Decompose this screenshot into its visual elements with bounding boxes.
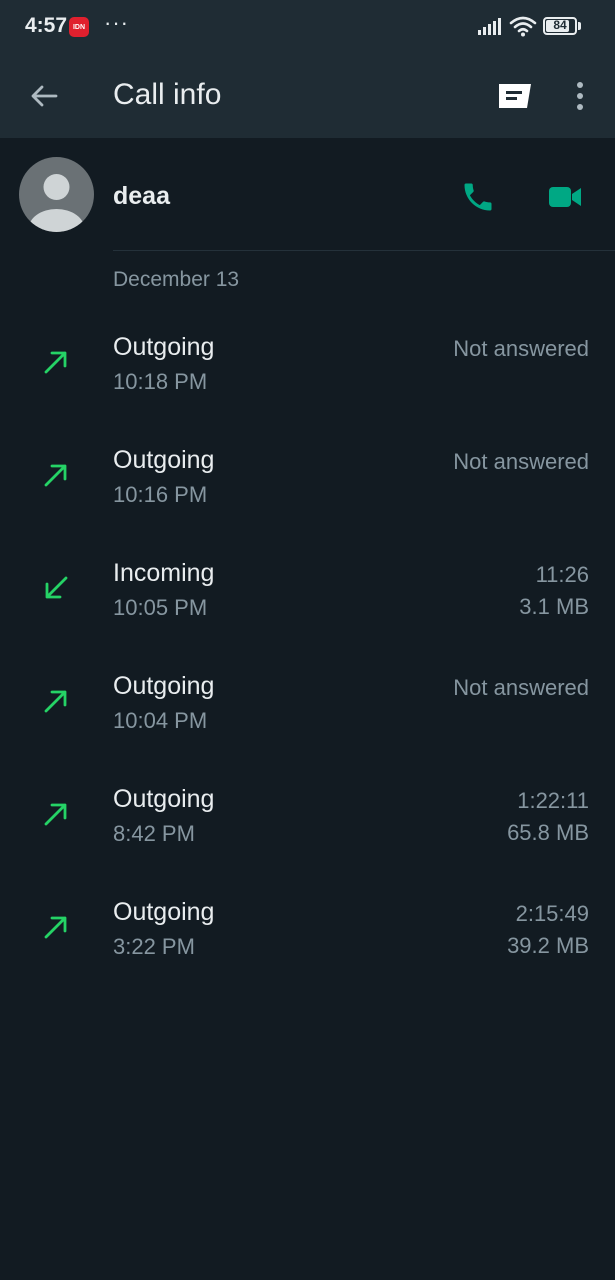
contact-header[interactable]: deaa — [0, 138, 615, 250]
voice-call-button[interactable] — [460, 179, 496, 215]
call-time: 10:16 PM — [113, 482, 208, 507]
call-direction: Incoming — [113, 559, 215, 587]
call-log-row[interactable]: Outgoing 10:04 PM Not answered — [0, 659, 615, 772]
outgoing-arrow-icon — [40, 685, 72, 717]
message-button[interactable] — [494, 80, 534, 112]
call-direction: Outgoing — [113, 672, 215, 700]
call-time: 8:42 PM — [113, 821, 195, 846]
call-direction: Outgoing — [113, 898, 215, 926]
call-data-size: 3.1 MB — [519, 594, 589, 619]
call-log-row[interactable]: Outgoing 8:42 PM 1:22:11 65.8 MB — [0, 772, 615, 885]
more-options-button[interactable] — [566, 78, 594, 114]
arrow-left-icon — [31, 85, 58, 107]
call-log-row[interactable]: Outgoing 10:18 PM Not answered — [0, 320, 615, 433]
signal-icon — [478, 18, 501, 35]
call-direction: Outgoing — [113, 446, 215, 474]
call-status: Not answered — [453, 675, 589, 700]
call-direction: Outgoing — [113, 333, 215, 361]
call-log-row[interactable]: Outgoing 10:16 PM Not answered — [0, 433, 615, 546]
outgoing-arrow-icon — [40, 798, 72, 830]
call-time: 10:05 PM — [113, 595, 208, 620]
wifi-icon — [509, 16, 537, 37]
call-duration: 2:15:49 — [515, 901, 589, 926]
back-button[interactable] — [26, 79, 62, 115]
default-avatar-icon — [28, 174, 85, 232]
call-data-size: 65.8 MB — [507, 820, 589, 845]
call-status: Not answered — [453, 449, 589, 474]
message-icon — [499, 84, 531, 108]
call-time: 3:22 PM — [113, 934, 195, 959]
outgoing-arrow-icon — [40, 911, 72, 943]
call-data-size: 39.2 MB — [507, 933, 589, 958]
incoming-arrow-icon — [40, 572, 72, 604]
app-bar: 4:57 IDN ··· 84 Call info — [0, 0, 615, 138]
call-log-row[interactable]: Incoming 10:05 PM 11:26 3.1 MB — [0, 546, 615, 659]
more-vert-icon — [577, 82, 583, 110]
call-duration: 1:22:11 — [517, 788, 589, 813]
call-time: 10:18 PM — [113, 369, 208, 394]
status-time: 4:57 — [25, 14, 68, 37]
call-direction: Outgoing — [113, 785, 215, 813]
outgoing-arrow-icon — [40, 346, 72, 378]
call-time: 10:04 PM — [113, 708, 208, 733]
call-history-list: Outgoing 10:18 PM Not answered Outgoing … — [0, 320, 615, 998]
video-camera-icon — [549, 187, 581, 207]
status-bar: 4:57 IDN ··· 84 — [0, 0, 615, 54]
video-call-button[interactable] — [545, 181, 585, 213]
battery-percentage: 84 — [553, 18, 567, 32]
outgoing-arrow-icon — [40, 459, 72, 491]
call-log-row[interactable]: Outgoing 3:22 PM 2:15:49 39.2 MB — [0, 885, 615, 998]
idn-notification-badge: IDN — [69, 17, 89, 37]
contact-name[interactable]: deaa — [113, 182, 170, 211]
battery-tip — [578, 22, 581, 30]
phone-icon — [464, 183, 492, 211]
call-date-header: December 13 — [113, 268, 240, 291]
divider — [113, 250, 615, 251]
avatar[interactable] — [19, 157, 94, 232]
page-title: Call info — [113, 78, 222, 111]
call-duration: 11:26 — [535, 562, 589, 587]
battery-icon: 84 — [543, 17, 577, 35]
more-notifications-indicator: ··· — [104, 10, 129, 35]
call-status: Not answered — [453, 336, 589, 361]
